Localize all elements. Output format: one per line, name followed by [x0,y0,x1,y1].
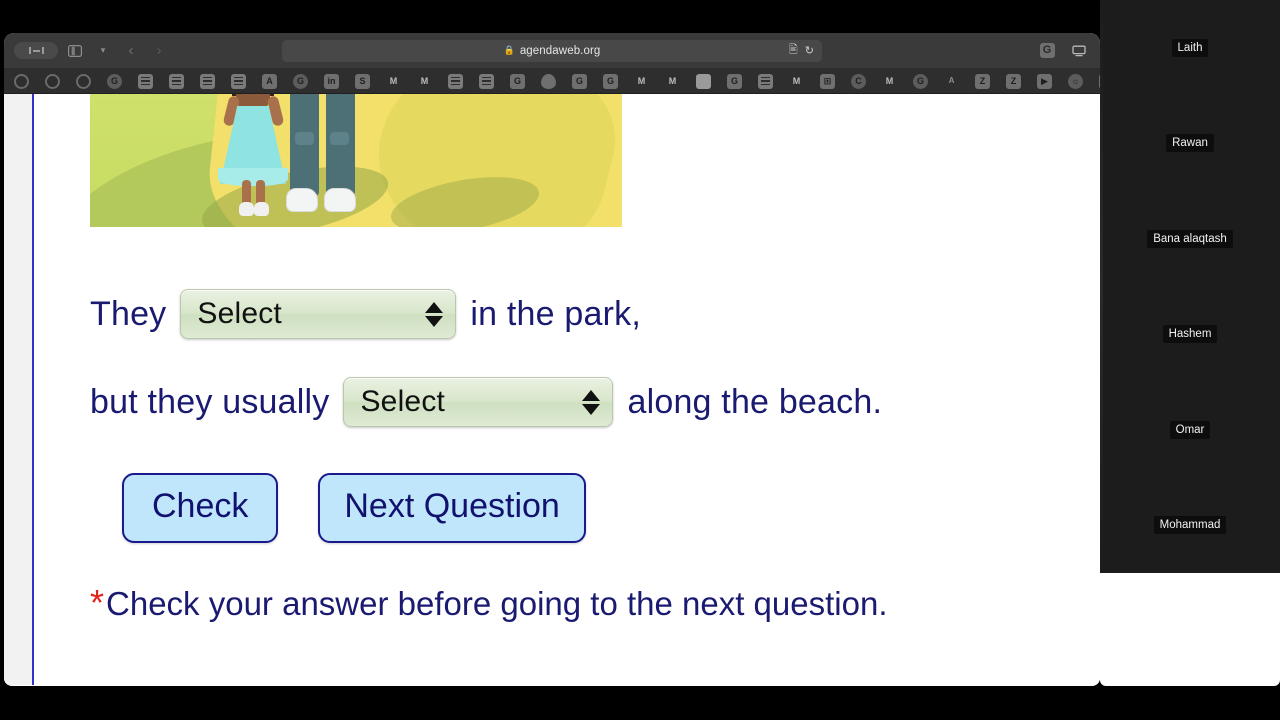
sentence-1-before: They [90,294,167,333]
bookmark-item[interactable]: G [719,69,750,93]
action-button-row: Check Next Question [90,473,1100,543]
bookmark-item[interactable]: ▶ [1029,69,1060,93]
spinner-arrows-icon [425,301,444,327]
bookmark-item[interactable]: G [99,69,130,93]
bookmark-item[interactable]: Z [998,69,1029,93]
participant-name: Mohammad [1153,516,1227,535]
participant-name: Laith [1171,38,1209,57]
lock-icon: 🔒 [503,45,515,55]
bookmark-item[interactable]: S [347,69,378,93]
sidebar-toggle-icon[interactable] [14,42,58,59]
answer-select-1[interactable]: Select [180,289,457,339]
bookmark-item[interactable]: G [285,69,316,93]
google-extension-icon[interactable]: G [1036,40,1058,62]
bookmark-item[interactable]: C [843,69,874,93]
page-viewport: They Select in the park, but they usuall… [4,94,1100,685]
screen-share-view: ▾ ‹ › 🔒 agendaweb.org 🖹 ↻ G G A G in S M… [0,0,1280,720]
check-button[interactable]: Check [122,473,279,543]
bookmark-item[interactable]: ▶ [1091,69,1100,93]
participant-name: Omar [1169,420,1211,439]
sentence-2-after: along the beach. [627,382,883,421]
bookmark-item[interactable] [750,69,781,93]
next-question-button[interactable]: Next Question [318,473,586,543]
sentence-1-after: in the park, [470,294,641,333]
note-asterisk: * [90,582,105,623]
participant-name: Hashem [1162,325,1218,344]
participant-tile[interactable]: Laith [1100,0,1280,96]
participant-tile[interactable]: Hashem [1100,287,1280,383]
bookmark-item[interactable]: G [905,69,936,93]
bookmark-item[interactable]: M [874,69,905,93]
bookmark-item[interactable]: M [409,69,440,93]
bookmark-item[interactable]: ⊞ [812,69,843,93]
bookmark-item[interactable]: A [254,69,285,93]
bookmark-item[interactable]: G [502,69,533,93]
reload-icon[interactable]: ↻ [805,44,814,57]
bookmark-item[interactable] [223,69,254,93]
tab-overview-icon[interactable] [64,40,86,62]
bookmark-item[interactable] [130,69,161,93]
participant-tile[interactable]: Omar [1100,382,1280,478]
bookmarks-bar[interactable]: G A G in S M M G G G M M G M ⊞ C M G A Z… [4,69,1100,94]
exercise-illustration [90,94,622,227]
bookmark-item[interactable]: G [595,69,626,93]
spinner-arrows-icon [582,389,601,415]
browser-toolbar: ▾ ‹ › 🔒 agendaweb.org 🖹 ↻ G [4,33,1100,69]
address-bar[interactable]: 🔒 agendaweb.org 🖹 ↻ [282,39,822,62]
bookmark-item[interactable]: in [316,69,347,93]
sentence-row-2: but they usually Select along the beach. [90,377,1100,427]
bookmark-item[interactable] [161,69,192,93]
bookmark-item[interactable] [192,69,223,93]
answer-select-2[interactable]: Select [343,377,614,427]
bookmark-item[interactable] [688,69,719,93]
bookmark-item[interactable]: Z [967,69,998,93]
participant-tile[interactable]: Mohammad [1100,478,1280,574]
bookmark-item[interactable] [6,69,37,93]
reader-view-icon[interactable]: 🖹 [789,41,798,60]
bookmark-item[interactable] [440,69,471,93]
participant-tile[interactable]: Rawan [1100,96,1280,192]
participant-name: Rawan [1166,134,1214,153]
bookmark-item[interactable] [37,69,68,93]
participant-name: Bana alaqtash [1147,229,1233,248]
back-arrow-icon[interactable]: ‹ [120,40,142,62]
bookmark-item[interactable]: M [378,69,409,93]
bookmark-item[interactable] [68,69,99,93]
instruction-note: * Check your answer before going to the … [90,585,1100,623]
child-figure-icon [218,94,290,220]
bookmark-item[interactable] [533,69,564,93]
exercise-content: They Select in the park, but they usuall… [34,94,1100,685]
sentence-2-before: but they usually [90,382,330,421]
url-text: agendaweb.org [519,44,601,57]
note-text: Check your answer before going to the ne… [106,585,888,622]
bookmark-item[interactable]: A [936,69,967,93]
bookmark-item[interactable]: M [626,69,657,93]
participants-sidebar: Laith Rawan Bana alaqtash Hashem Omar Mo… [1100,0,1280,573]
browser-window: ▾ ‹ › 🔒 agendaweb.org 🖹 ↻ G G A G in S M… [4,33,1100,686]
sidebar-white-panel [1100,573,1280,686]
answer-select-2-value: Select [360,385,446,418]
chevron-down-icon[interactable]: ▾ [92,40,114,62]
bookmark-item[interactable] [471,69,502,93]
bookmark-item[interactable]: ☼ [1060,69,1091,93]
participant-tile[interactable]: Bana alaqtash [1100,191,1280,287]
bookmark-item[interactable]: M [781,69,812,93]
screen-share-icon[interactable] [1068,40,1090,62]
bookmark-item[interactable]: G [564,69,595,93]
page-left-margin [4,94,32,685]
adult-figure-icon [286,94,356,212]
bookmark-item[interactable]: M [657,69,688,93]
answer-select-1-value: Select [197,297,282,330]
sentence-row-1: They Select in the park, [90,289,1100,339]
forward-arrow-icon[interactable]: › [148,40,170,62]
